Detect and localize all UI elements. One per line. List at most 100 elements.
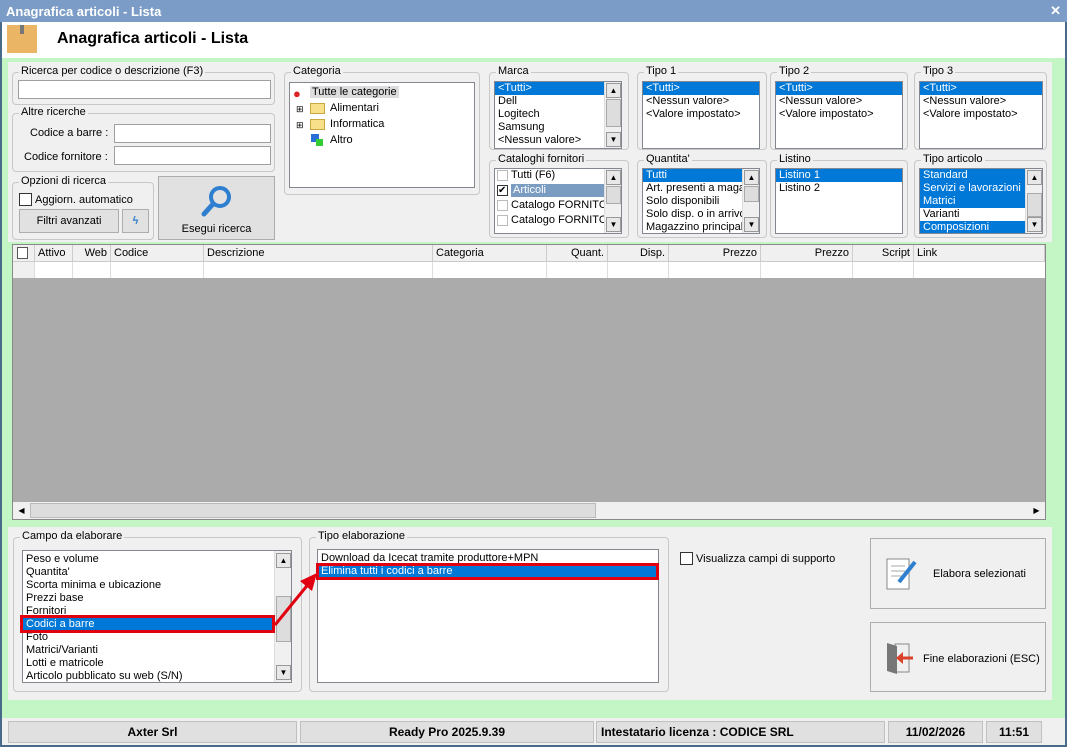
list-item[interactable]: <Nessun valore> (920, 95, 1042, 108)
list-item[interactable]: <Tutti> (495, 82, 605, 95)
item-label: Catalogo FORNITOF (511, 214, 615, 226)
list-item[interactable]: Standard (920, 169, 1025, 182)
list-item[interactable]: ✔ Articoli (495, 184, 621, 199)
list-item[interactable]: Matrici (920, 195, 1025, 208)
category-tree[interactable]: ● Tutte le categorie ⊞ Alimentari ⊞ Info… (289, 82, 475, 188)
show-support-fields-checkbox[interactable] (680, 552, 693, 565)
list-item[interactable]: <Nessun valore> (776, 95, 902, 108)
process-selected-button[interactable]: Elabora selezionati (870, 538, 1046, 609)
group-label: Altre ricerche (19, 106, 88, 118)
list-item[interactable]: <Valore impostato> (776, 108, 902, 121)
tree-root[interactable]: Tutte le categorie (310, 86, 399, 98)
column-header[interactable]: Categoria (433, 245, 547, 262)
column-header[interactable]: Prezzo (669, 245, 761, 262)
column-header[interactable]: Prezzo (761, 245, 853, 262)
scroll-thumb[interactable] (30, 503, 596, 518)
column-header[interactable]: Link (914, 245, 1045, 262)
list-item[interactable]: Tutti (F6) (495, 169, 621, 184)
search-input[interactable] (18, 80, 271, 99)
column-header[interactable]: Descrizione (204, 245, 433, 262)
checkbox-checked[interactable]: ✔ (497, 185, 508, 196)
list-item[interactable]: Lotti e matricole (23, 657, 291, 670)
checkbox[interactable] (497, 170, 508, 181)
close-icon[interactable]: ✕ (1050, 3, 1061, 19)
page-title: Anagrafica articoli - Lista (57, 30, 249, 47)
type2-list[interactable]: <Tutti> <Nessun valore> <Valore impostat… (775, 81, 903, 149)
folder-icon (310, 119, 325, 130)
status-time: 11:51 (986, 721, 1042, 743)
list-item[interactable]: Tutti (643, 169, 742, 182)
list-item[interactable]: Dell (495, 95, 621, 108)
lightning-icon: ϟ (132, 215, 139, 227)
select-all-header[interactable] (13, 245, 35, 262)
list-item[interactable]: <Tutti> (643, 82, 759, 95)
supplier-catalogs-list[interactable]: Tutti (F6) ✔ Articoli Catalogo FORNITOF C… (494, 168, 622, 234)
list-item[interactable]: Articolo pubblicato su web (S/N) (23, 670, 291, 682)
list-item[interactable]: Varianti (920, 208, 1042, 221)
column-header[interactable]: Codice (111, 245, 204, 262)
list-item[interactable]: <Tutti> (776, 82, 902, 95)
group-label: Ricerca per codice o descrizione (F3) (19, 65, 206, 77)
expand-icon[interactable]: ⊞ (296, 104, 304, 115)
articles-grid[interactable]: Attivo Web Codice Descrizione Categoria … (12, 244, 1046, 520)
window-title: Anagrafica articoli - Lista (6, 4, 162, 19)
scrollbar[interactable]: ▲ ▼ (604, 169, 621, 233)
tree-item[interactable]: Altro (330, 134, 353, 146)
list-item[interactable]: Prezzi base (23, 592, 291, 605)
list-item[interactable]: Matrici/Varianti (23, 644, 291, 657)
item-label: Articoli (511, 184, 605, 197)
list-item[interactable]: <Tutti> (920, 82, 1042, 95)
barcode-input[interactable] (114, 124, 271, 143)
column-header[interactable]: Script (853, 245, 914, 262)
column-header[interactable]: Web (73, 245, 111, 262)
list-item[interactable]: Catalogo FORNITOF (495, 199, 621, 214)
scroll-right-icon[interactable]: ▶ (1029, 503, 1044, 518)
show-support-fields-label: Visualizza campi di supporto (696, 553, 836, 565)
tree-item[interactable]: Alimentari (330, 102, 379, 114)
list-item[interactable]: <Nessun valore> (495, 134, 621, 147)
expand-icon[interactable]: ⊞ (296, 120, 304, 131)
run-search-label: Esegui ricerca (181, 223, 252, 235)
list-item[interactable]: Logitech (495, 108, 621, 121)
quantity-list[interactable]: Tutti Art. presenti a magazzino Solo dis… (642, 168, 760, 234)
checkbox[interactable] (497, 200, 508, 211)
advanced-filters-button[interactable]: Filtri avanzati (19, 209, 119, 233)
list-item[interactable]: <Nessun valore> (643, 95, 759, 108)
scroll-left-icon[interactable]: ◀ (14, 503, 29, 518)
type1-list[interactable]: <Tutti> <Nessun valore> <Valore impostat… (642, 81, 760, 149)
type3-list[interactable]: <Tutti> <Nessun valore> <Valore impostat… (919, 81, 1043, 149)
scrollbar[interactable]: ▲ ▼ (1025, 169, 1042, 233)
list-item[interactable]: Servizi e lavorazioni (920, 182, 1025, 195)
list-item[interactable]: Catalogo FORNITOF (495, 214, 621, 229)
article-type-list[interactable]: Standard Servizi e lavorazioni Matrici V… (919, 168, 1043, 234)
list-item[interactable]: <Valore impostato> (643, 108, 759, 121)
list-item[interactable]: Listino 1 (776, 169, 902, 182)
horizontal-scrollbar[interactable]: ◀ ▶ (13, 502, 1045, 519)
brand-list[interactable]: <Tutti> Dell Logitech Samsung <Nessun va… (494, 81, 622, 149)
group-label: Cataloghi fornitori (496, 153, 587, 165)
auto-update-checkbox[interactable] (19, 193, 32, 206)
list-item[interactable]: Samsung (495, 121, 621, 134)
list-item[interactable]: Listino 2 (776, 182, 902, 195)
checkbox[interactable] (497, 215, 508, 226)
list-item[interactable]: Quantita' (23, 566, 291, 579)
group-label: Tipo 1 (644, 65, 679, 77)
list-item[interactable]: Scorta minima e ubicazione (23, 579, 291, 592)
list-item[interactable]: <Valore impostato> (920, 108, 1042, 121)
table-row[interactable] (13, 262, 1045, 278)
column-header[interactable]: Quant. (547, 245, 608, 262)
scrollbar[interactable]: ▲ ▼ (742, 169, 759, 233)
list-item[interactable]: Peso e volume (23, 553, 291, 566)
group-label: Tipo 2 (777, 65, 812, 77)
run-search-button[interactable]: Esegui ricerca (158, 176, 275, 240)
lightning-button[interactable]: ϟ (122, 209, 149, 233)
column-header[interactable]: Disp. (608, 245, 669, 262)
end-processing-button[interactable]: Fine elaborazioni (ESC) (870, 622, 1046, 692)
folder-icon (310, 103, 325, 114)
scrollbar[interactable]: ▲ ▼ (604, 82, 621, 148)
price-list[interactable]: Listino 1 Listino 2 (775, 168, 903, 234)
tree-item[interactable]: Informatica (330, 118, 384, 130)
list-item[interactable]: Composizioni (920, 221, 1025, 233)
column-header[interactable]: Attivo (35, 245, 73, 262)
supplier-code-input[interactable] (114, 146, 271, 165)
